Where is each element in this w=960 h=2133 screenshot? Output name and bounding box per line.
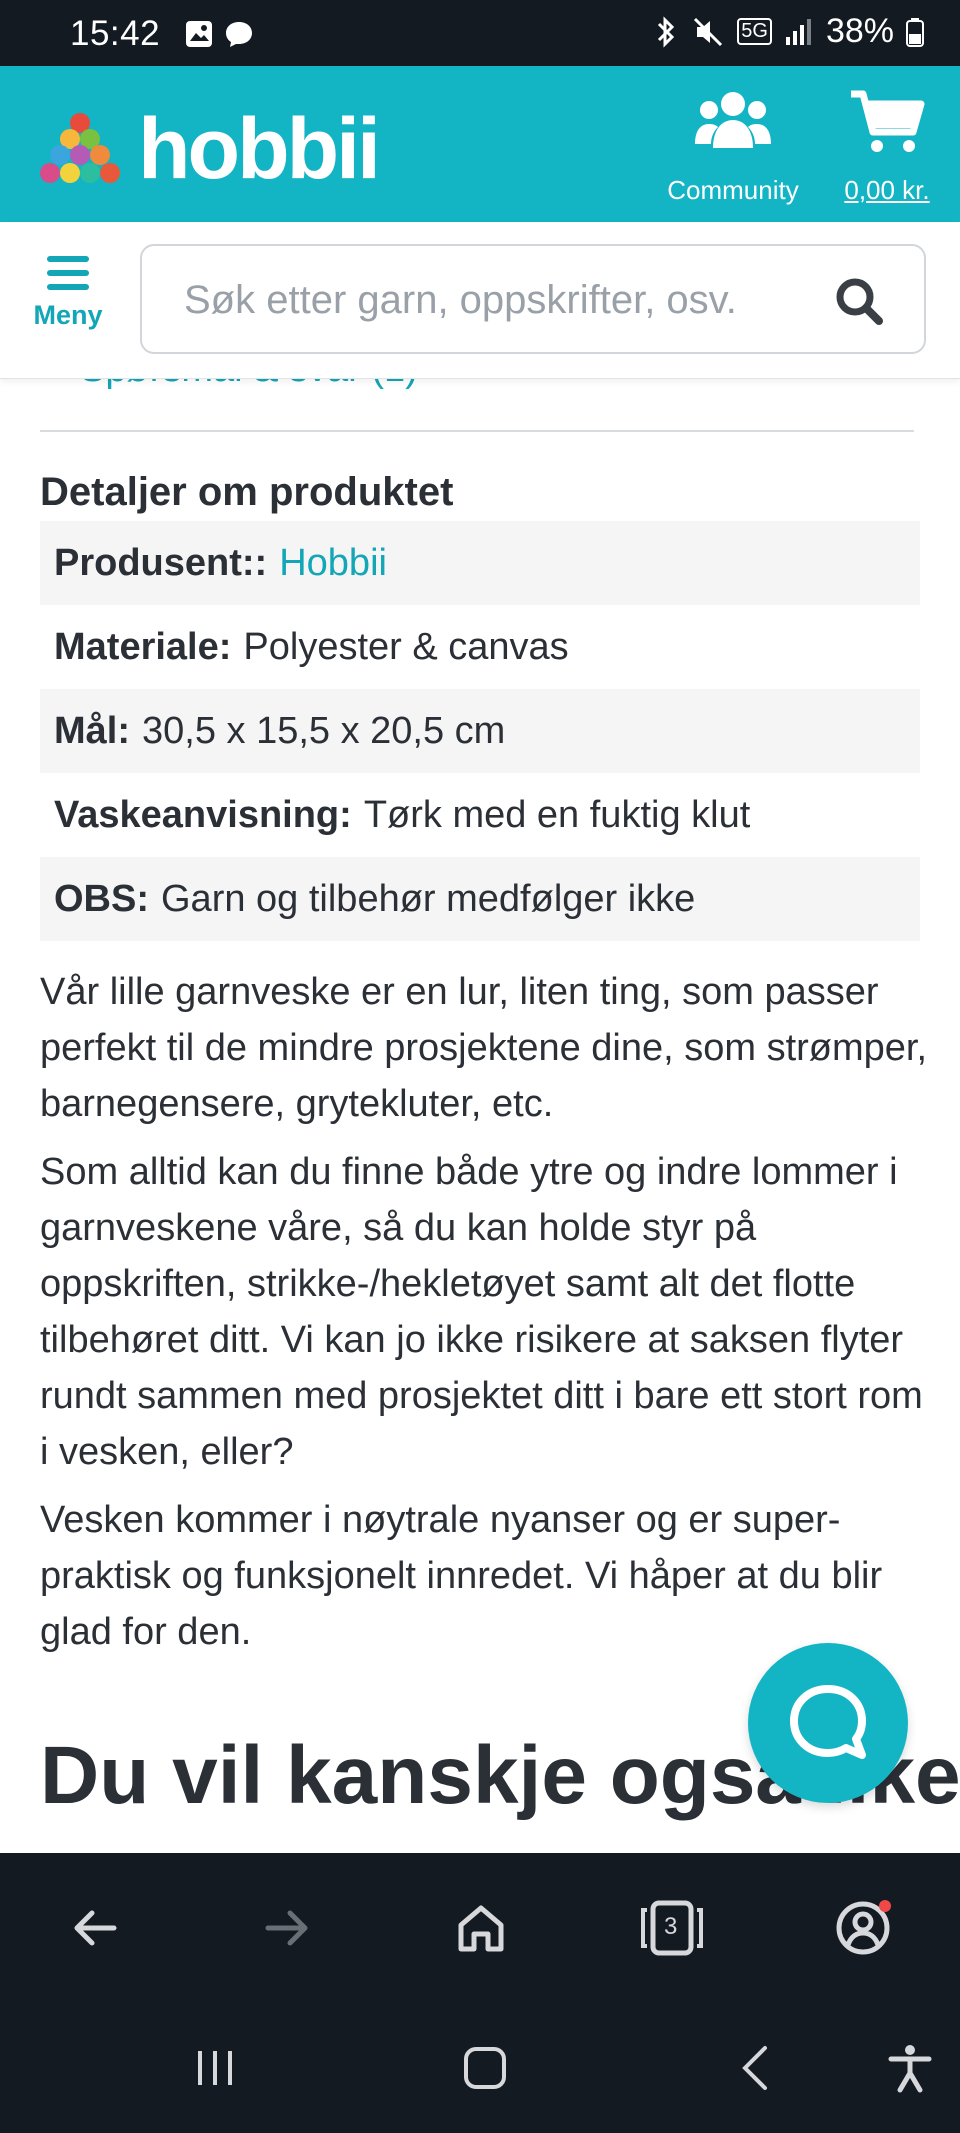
signal-icon	[785, 18, 811, 45]
detail-row-note: OBS: Garn og tilbehør medfølger ikke	[40, 857, 920, 941]
detail-key: OBS:	[54, 877, 149, 920]
detail-row-care: Vaskeanvisning: Tørk med en fuktig klut	[40, 773, 920, 857]
menu-label: Meny	[33, 300, 103, 330]
recent-apps-button[interactable]	[180, 2033, 250, 2103]
chat-support-button[interactable]	[748, 1643, 908, 1803]
gallery-icon	[186, 21, 212, 47]
battery-percent: 38%	[825, 12, 894, 50]
system-back-button[interactable]	[720, 2033, 790, 2103]
accessibility-icon	[888, 2045, 932, 2093]
status-time: 15:42	[70, 14, 161, 53]
yarn-pile-logo-icon	[40, 113, 120, 183]
back-button[interactable]	[60, 1893, 130, 1963]
detail-row-material: Materiale: Polyester & canvas	[40, 605, 920, 689]
detail-value: Garn og tilbehør medfølger ikke	[161, 877, 696, 920]
detail-value: 30,5 x 15,5 x 20,5 cm	[142, 709, 506, 752]
detail-value: Polyester & canvas	[243, 625, 569, 668]
detail-value: Tørk med en fuktig klut	[363, 793, 751, 836]
status-bar: 15:42 5G 38%	[0, 0, 960, 66]
details-table: Produsent:: Hobbii Materiale: Polyester …	[40, 521, 920, 941]
search-box	[140, 244, 926, 354]
cart-total: 0,00 kr.	[844, 175, 930, 205]
site-header: hobbii Community 0,00 kr.	[0, 66, 960, 222]
cart-button[interactable]: 0,00 kr.	[832, 88, 942, 206]
details-title: Detaljer om produktet	[40, 470, 454, 514]
status-system-icons: 5G 38%	[653, 12, 924, 51]
forward-button[interactable]	[252, 1893, 322, 1963]
bluetooth-icon	[658, 15, 675, 48]
browser-toolbar: 3	[0, 1853, 960, 2003]
description-paragraph: Vesken kommer i nøytrale nyanser og er s…	[40, 1499, 883, 1653]
home-button[interactable]	[446, 1893, 516, 1963]
recent-apps-icon	[198, 2051, 232, 2085]
account-button[interactable]	[828, 1893, 898, 1963]
detail-key: Mål:	[54, 709, 130, 752]
hamburger-icon	[47, 256, 89, 290]
system-home-button[interactable]	[450, 2033, 520, 2103]
description-paragraph: Som alltid kan du finne både ytre og ind…	[40, 1151, 923, 1473]
mute-icon	[694, 17, 723, 46]
arrow-right-icon	[265, 1910, 308, 1946]
detail-key: Vaskeanvisning:	[54, 793, 352, 836]
square-home-icon	[464, 2047, 506, 2089]
chat-icon	[790, 1685, 866, 1759]
detail-row-size: Mål: 30,5 x 15,5 x 20,5 cm	[40, 689, 920, 773]
product-description: Vår lille garnveske er en lur, liten tin…	[40, 964, 930, 1672]
description-paragraph: Vår lille garnveske er en lur, liten tin…	[40, 971, 928, 1125]
community-button[interactable]: Community	[660, 88, 806, 206]
community-label: Community	[667, 175, 799, 205]
search-icon[interactable]	[834, 276, 884, 331]
logo-wordmark: hobbii	[138, 101, 381, 197]
chevron-left-icon	[742, 2046, 767, 2090]
detail-key: Materiale:	[54, 625, 232, 668]
chat-bubble-icon	[226, 22, 252, 47]
arrow-left-icon	[74, 1910, 117, 1946]
shopping-cart-icon	[851, 90, 925, 152]
section-divider	[40, 430, 914, 432]
tabs-count: 3	[664, 1913, 678, 1940]
manufacturer-link[interactable]: Hobbii	[279, 542, 387, 585]
tabs-button[interactable]: 3	[637, 1893, 707, 1963]
community-icon	[695, 92, 771, 148]
status-notification-icons	[184, 19, 254, 49]
account-icon	[836, 1900, 891, 1955]
menu-button[interactable]: Meny	[20, 256, 116, 331]
battery-icon	[906, 17, 924, 47]
detail-row-manufacturer: Produsent:: Hobbii	[40, 521, 920, 605]
search-input[interactable]	[182, 246, 826, 354]
network-type-label: 5G	[737, 18, 772, 45]
home-icon	[458, 1905, 504, 1952]
search-bar-row: Meny	[0, 222, 960, 379]
system-navigation-bar	[0, 2003, 960, 2133]
hobbii-logo[interactable]: hobbii	[32, 101, 381, 197]
detail-key: Produsent::	[54, 541, 268, 584]
accessibility-button[interactable]	[875, 2033, 945, 2103]
